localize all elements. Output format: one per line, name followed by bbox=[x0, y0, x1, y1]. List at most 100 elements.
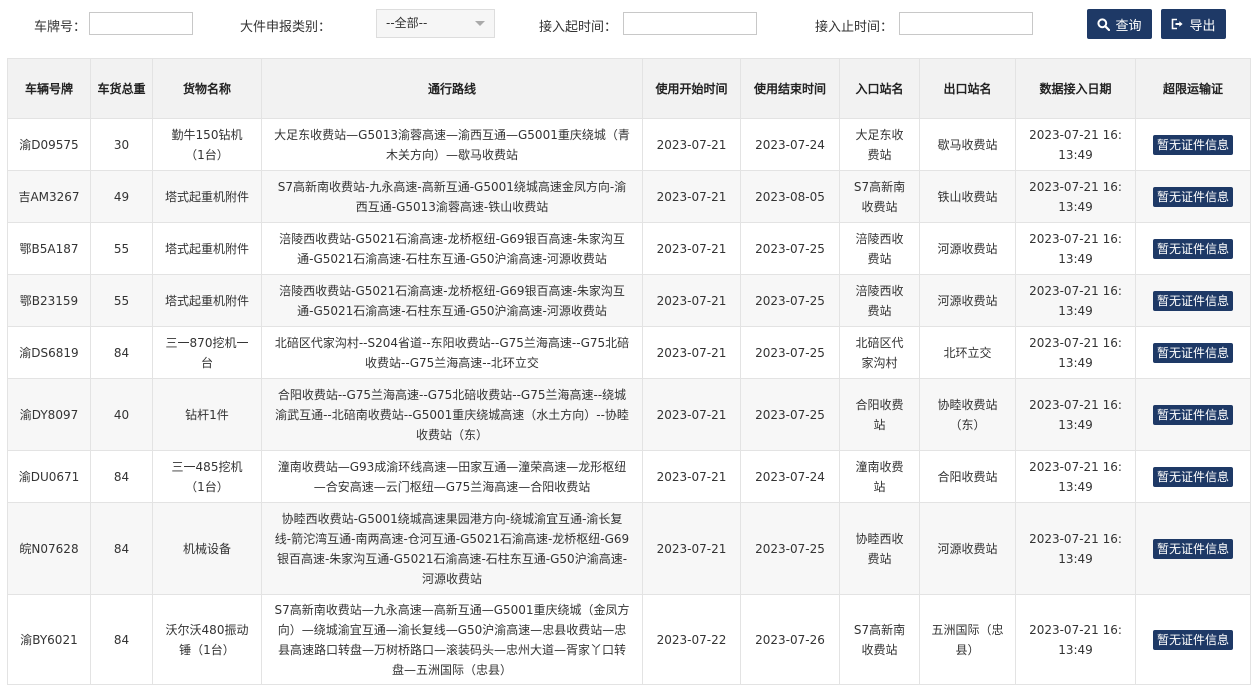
end-date-cell: 2023-07-25 bbox=[740, 378, 840, 451]
category-select[interactable]: --全部-- bbox=[376, 9, 495, 38]
entry-station-cell: 大足东收费站 bbox=[839, 118, 920, 171]
goods-cell: 沃尔沃480振动锤（1台） bbox=[152, 594, 262, 685]
entry-station-cell: 北碚区代家沟村 bbox=[839, 326, 920, 379]
query-button-label: 查询 bbox=[1115, 18, 1142, 34]
no-cert-info-button[interactable]: 暂无证件信息 bbox=[1152, 186, 1233, 207]
export-button-label: 导出 bbox=[1189, 18, 1216, 34]
table-row: 皖N07628 84 机械设备 协睦西收费站-G5001绕城高速果园港方向-绕城渝宜互… bbox=[7, 502, 1251, 595]
access-date-cell: 2023-07-21 16:13:49 bbox=[1015, 502, 1136, 595]
weight-cell: 40 bbox=[90, 378, 153, 451]
entry-station-cell: 涪陵西收费站 bbox=[839, 274, 920, 327]
table-row: 吉AM3267 49 塔式起重机附件 S7高新南收费站-九永高速-高新互通-G5001… bbox=[7, 170, 1251, 223]
table-row: 渝BY6021 84 沃尔沃480振动锤（1台） S7高新南收费站—九永高速—高新互通… bbox=[7, 594, 1251, 685]
goods-cell: 机械设备 bbox=[152, 502, 262, 595]
export-icon bbox=[1172, 18, 1184, 30]
query-button[interactable]: 查询 bbox=[1087, 9, 1152, 39]
exit-station-cell: 河源收费站 bbox=[919, 502, 1016, 595]
table-header-row: 车辆号牌 车货总重 货物名称 通行路线 使用开始时间 使用结束时间 入口站名 出… bbox=[7, 58, 1251, 119]
end-time-input[interactable] bbox=[899, 12, 1033, 35]
data-table: 车辆号牌 车货总重 货物名称 通行路线 使用开始时间 使用结束时间 入口站名 出… bbox=[7, 58, 1251, 685]
weight-cell: 84 bbox=[90, 450, 153, 503]
search-icon bbox=[1097, 17, 1111, 31]
table-row: 鄂B23159 55 塔式起重机附件 涪陵西收费站-G5021石渝高速-龙桥枢纽-G6… bbox=[7, 274, 1251, 327]
route-cell: 协睦西收费站-G5001绕城高速果园港方向-绕城渝宜互通-渝长复线-箭沱湾互通-… bbox=[261, 502, 643, 595]
weight-cell: 30 bbox=[90, 118, 153, 171]
route-cell: 涪陵西收费站-G5021石渝高速-龙桥枢纽-G69银百高速-朱家沟互通-G502… bbox=[261, 222, 643, 275]
table-row: 渝D09575 30 勤牛150钻机（1台） 大足东收费站—G5013渝蓉高速—渝西互… bbox=[7, 118, 1251, 171]
goods-cell: 三一870挖机一台 bbox=[152, 326, 262, 379]
filter-bar: 车牌号： 大件申报类别： --全部-- 接入起时间： 接入止时间： 查询 导出 bbox=[0, 0, 1256, 50]
start-date-cell: 2023-07-22 bbox=[642, 594, 741, 685]
plate-cell: 渝DS6819 bbox=[7, 326, 91, 379]
no-cert-info-button[interactable]: 暂无证件信息 bbox=[1152, 134, 1233, 155]
col-header-entry: 入口站名 bbox=[839, 58, 920, 119]
category-selected-value: --全部-- bbox=[386, 16, 428, 30]
access-date-cell: 2023-07-21 16:13:49 bbox=[1015, 274, 1136, 327]
exit-station-cell: 歇马收费站 bbox=[919, 118, 1016, 171]
col-header-goods: 货物名称 bbox=[152, 58, 262, 119]
cert-cell: 暂无证件信息 bbox=[1135, 378, 1251, 451]
col-header-plate: 车辆号牌 bbox=[7, 58, 91, 119]
access-date-cell: 2023-07-21 16:13:49 bbox=[1015, 594, 1136, 685]
plate-input[interactable] bbox=[89, 12, 193, 35]
entry-station-cell: 潼南收费站 bbox=[839, 450, 920, 503]
cert-cell: 暂无证件信息 bbox=[1135, 450, 1251, 503]
no-cert-info-button[interactable]: 暂无证件信息 bbox=[1152, 404, 1233, 425]
exit-station-cell: 合阳收费站 bbox=[919, 450, 1016, 503]
col-header-start: 使用开始时间 bbox=[642, 58, 741, 119]
cert-cell: 暂无证件信息 bbox=[1135, 170, 1251, 223]
goods-cell: 塔式起重机附件 bbox=[152, 170, 262, 223]
cert-cell: 暂无证件信息 bbox=[1135, 594, 1251, 685]
export-button[interactable]: 导出 bbox=[1161, 9, 1226, 39]
cert-cell: 暂无证件信息 bbox=[1135, 502, 1251, 595]
no-cert-info-button[interactable]: 暂无证件信息 bbox=[1152, 466, 1233, 487]
goods-cell: 三一485挖机（1台） bbox=[152, 450, 262, 503]
goods-cell: 塔式起重机附件 bbox=[152, 222, 262, 275]
goods-cell: 勤牛150钻机（1台） bbox=[152, 118, 262, 171]
category-label: 大件申报类别： bbox=[240, 20, 332, 35]
start-date-cell: 2023-07-21 bbox=[642, 170, 741, 223]
end-time-label: 接入止时间： bbox=[815, 20, 894, 35]
start-date-cell: 2023-07-21 bbox=[642, 450, 741, 503]
plate-cell: 鄂B23159 bbox=[7, 274, 91, 327]
table-row: 渝DS6819 84 三一870挖机一台 北碚区代家沟村--S204省道--东阳收费站… bbox=[7, 326, 1251, 379]
no-cert-info-button[interactable]: 暂无证件信息 bbox=[1152, 538, 1233, 559]
cert-cell: 暂无证件信息 bbox=[1135, 326, 1251, 379]
table-row: 渝DU0671 84 三一485挖机（1台） 潼南收费站—G93成渝环线高速—田家互通… bbox=[7, 450, 1251, 503]
chevron-down-icon bbox=[475, 21, 485, 26]
end-date-cell: 2023-07-25 bbox=[740, 502, 840, 595]
access-date-cell: 2023-07-21 16:13:49 bbox=[1015, 326, 1136, 379]
route-cell: 涪陵西收费站-G5021石渝高速-龙桥枢纽-G69银百高速-朱家沟互通-G502… bbox=[261, 274, 643, 327]
weight-cell: 84 bbox=[90, 326, 153, 379]
end-date-cell: 2023-07-25 bbox=[740, 222, 840, 275]
no-cert-info-button[interactable]: 暂无证件信息 bbox=[1152, 290, 1233, 311]
end-date-cell: 2023-08-05 bbox=[740, 170, 840, 223]
entry-station-cell: 涪陵西收费站 bbox=[839, 222, 920, 275]
route-cell: 北碚区代家沟村--S204省道--东阳收费站--G75兰海高速--G75北碚收费… bbox=[261, 326, 643, 379]
weight-cell: 49 bbox=[90, 170, 153, 223]
start-time-input[interactable] bbox=[623, 12, 757, 35]
end-date-cell: 2023-07-24 bbox=[740, 118, 840, 171]
table-row: 渝DY8097 40 钻杆1件 合阳收费站--G75兰海高速--G75北碚收费站--G… bbox=[7, 378, 1251, 451]
goods-cell: 塔式起重机附件 bbox=[152, 274, 262, 327]
plate-cell: 渝D09575 bbox=[7, 118, 91, 171]
no-cert-info-button[interactable]: 暂无证件信息 bbox=[1152, 342, 1233, 363]
cert-cell: 暂无证件信息 bbox=[1135, 274, 1251, 327]
exit-station-cell: 协睦收费站（东） bbox=[919, 378, 1016, 451]
end-date-cell: 2023-07-26 bbox=[740, 594, 840, 685]
route-cell: S7高新南收费站-九永高速-高新互通-G5001绕城高速金凤方向-渝西互通-G5… bbox=[261, 170, 643, 223]
exit-station-cell: 铁山收费站 bbox=[919, 170, 1016, 223]
exit-station-cell: 河源收费站 bbox=[919, 222, 1016, 275]
end-date-cell: 2023-07-25 bbox=[740, 274, 840, 327]
entry-station-cell: 合阳收费站 bbox=[839, 378, 920, 451]
table-body: 渝D09575 30 勤牛150钻机（1台） 大足东收费站—G5013渝蓉高速—渝西互… bbox=[7, 118, 1251, 685]
access-date-cell: 2023-07-21 16:13:49 bbox=[1015, 450, 1136, 503]
start-date-cell: 2023-07-21 bbox=[642, 118, 741, 171]
access-date-cell: 2023-07-21 16:13:49 bbox=[1015, 170, 1136, 223]
start-date-cell: 2023-07-21 bbox=[642, 378, 741, 451]
no-cert-info-button[interactable]: 暂无证件信息 bbox=[1152, 238, 1233, 259]
route-cell: S7高新南收费站—九永高速—高新互通—G5001重庆绕城（金凤方向）—绕城渝宜互… bbox=[261, 594, 643, 685]
plate-cell: 渝DU0671 bbox=[7, 450, 91, 503]
entry-station-cell: S7高新南收费站 bbox=[839, 594, 920, 685]
no-cert-info-button[interactable]: 暂无证件信息 bbox=[1152, 629, 1233, 650]
